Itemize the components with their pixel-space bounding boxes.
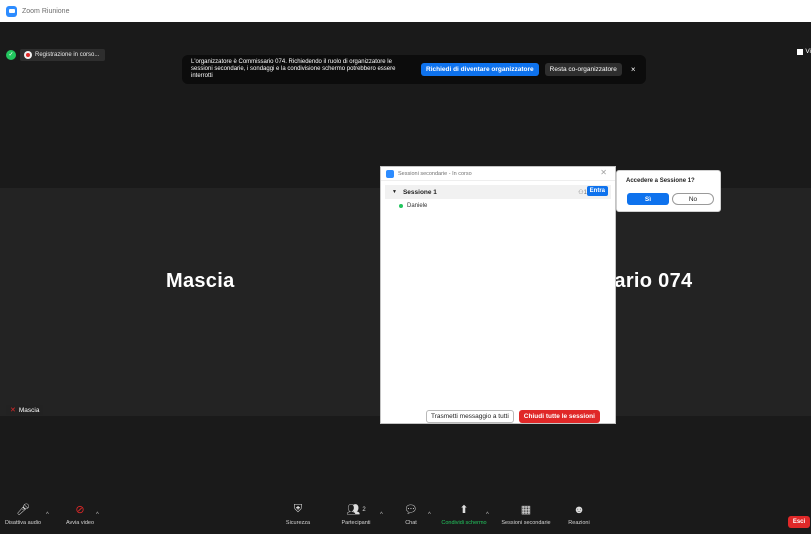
- chat-label: Chat: [405, 520, 417, 526]
- video-tile-left: [0, 188, 408, 416]
- chevron-up-icon[interactable]: ^: [46, 512, 49, 518]
- join-session-popup: Accedere a Sessione 1? Sì No: [616, 170, 721, 212]
- microphone-icon: 🎤︎: [16, 504, 30, 516]
- security-button[interactable]: ⛨ Sicurezza: [278, 502, 318, 526]
- confirm-yes-button[interactable]: Sì: [627, 193, 669, 205]
- audio-label: Disattiva audio: [4, 520, 42, 526]
- recording-pill[interactable]: Registrazione in corso...: [20, 48, 106, 61]
- meeting-toolbar: 🎤︎ Disattiva audio ^ ⊘ Avvia video ^ ⛨ S…: [0, 498, 811, 534]
- video-button[interactable]: ⊘ Avvia video: [60, 502, 100, 526]
- session-participant-count: ⚇1: [578, 189, 587, 196]
- chevron-up-icon[interactable]: ^: [96, 512, 99, 518]
- breakout-rooms-button[interactable]: ▦ Sessioni secondarie: [497, 502, 555, 526]
- session-participant: Daniele: [399, 203, 427, 209]
- view-button[interactable]: Vi: [797, 48, 811, 55]
- participant-name-right: sario 074: [603, 270, 693, 292]
- chat-button[interactable]: 💬︎ Chat: [398, 502, 424, 526]
- recording-label: Registrazione in corso...: [35, 51, 100, 58]
- breakout-title: Sessioni secondarie - In corso: [398, 170, 472, 177]
- request-host-button[interactable]: Richiedi di diventare organizzatore: [421, 63, 539, 76]
- chat-icon: 💬︎: [404, 504, 418, 516]
- breakout-grid-icon: ▦: [520, 504, 532, 516]
- chevron-up-icon[interactable]: ^: [380, 512, 383, 518]
- breakout-rooms-window: Sessioni secondarie - In corso ✕ ▼ Sessi…: [380, 166, 616, 424]
- view-label: Vi: [805, 48, 811, 55]
- chevron-down-icon[interactable]: ▼: [392, 189, 397, 195]
- confirm-no-button[interactable]: No: [672, 193, 714, 205]
- video-label: Avvia video: [65, 520, 95, 526]
- popup-question: Accedere a Sessione 1?: [626, 178, 695, 184]
- banner-message: L'organizzatore è Commissario 074. Richi…: [191, 59, 396, 79]
- breakout-footer: Trasmetti messaggio a tutti Chiudi tutte…: [426, 410, 600, 423]
- audio-button[interactable]: 🎤︎ Disattiva audio: [0, 502, 46, 526]
- breakout-label: Sessioni secondarie: [501, 520, 551, 526]
- zoom-logo-icon: [6, 5, 17, 17]
- join-session-button[interactable]: Entra: [586, 186, 608, 196]
- close-icon[interactable]: ×: [631, 65, 636, 74]
- session-name: Sessione 1: [402, 188, 437, 196]
- close-icon[interactable]: ✕: [600, 168, 607, 177]
- participants-count: 2: [362, 506, 366, 513]
- meeting-area: ✓ Registrazione in corso... L'organizzat…: [0, 22, 811, 498]
- participant-name-left: Mascia: [166, 270, 235, 292]
- zoom-logo-icon: [386, 169, 394, 178]
- nametag-label: Mascia: [18, 406, 40, 414]
- online-status-icon: [399, 204, 403, 208]
- chevron-up-icon[interactable]: ^: [428, 512, 431, 518]
- share-label: Condividi schermo: [441, 520, 487, 526]
- share-screen-icon: ⬆: [459, 504, 469, 516]
- host-notice-banner: L'organizzatore è Commissario 074. Richi…: [182, 55, 646, 84]
- breakout-titlebar: Sessioni secondarie - In corso ✕: [381, 167, 615, 181]
- video-off-icon: ⊘: [75, 504, 85, 516]
- participants-icon: 👥︎ 2: [346, 504, 366, 516]
- record-icon: [24, 50, 32, 59]
- window-title: Zoom Riunione: [22, 7, 70, 15]
- shield-icon[interactable]: ✓: [6, 49, 16, 60]
- share-screen-button[interactable]: ⬆ Condividi schermo: [437, 502, 491, 526]
- mic-muted-icon: ✕: [10, 407, 16, 414]
- broadcast-message-button[interactable]: Trasmetti messaggio a tutti: [426, 410, 514, 423]
- window-titlebar: Zoom Riunione: [0, 0, 811, 22]
- participants-button[interactable]: 👥︎ 2 Partecipanti: [332, 502, 380, 526]
- security-label: Sicurezza: [285, 520, 311, 526]
- reactions-button[interactable]: ☻ Reazioni: [564, 502, 594, 527]
- leave-button[interactable]: Esci: [788, 516, 810, 528]
- remain-cohost-button[interactable]: Resta co-organizzatore: [544, 63, 622, 76]
- recording-status: ✓ Registrazione in corso...: [6, 48, 106, 61]
- participants-label: Partecipanti: [341, 520, 371, 526]
- reactions-label: Reazioni: [568, 520, 590, 526]
- close-all-sessions-button[interactable]: Chiudi tutte le sessioni: [518, 410, 600, 423]
- participant-name: Daniele: [407, 203, 428, 209]
- emoji-icon: ☻: [573, 503, 585, 516]
- session-row[interactable]: ▼ Sessione 1 ⚇1 Entra: [385, 185, 611, 199]
- participant-nametag: ✕ Mascia: [6, 405, 44, 415]
- grid-icon: [797, 48, 804, 55]
- shield-icon: ⛨: [293, 503, 303, 515]
- chevron-up-icon[interactable]: ^: [486, 512, 489, 518]
